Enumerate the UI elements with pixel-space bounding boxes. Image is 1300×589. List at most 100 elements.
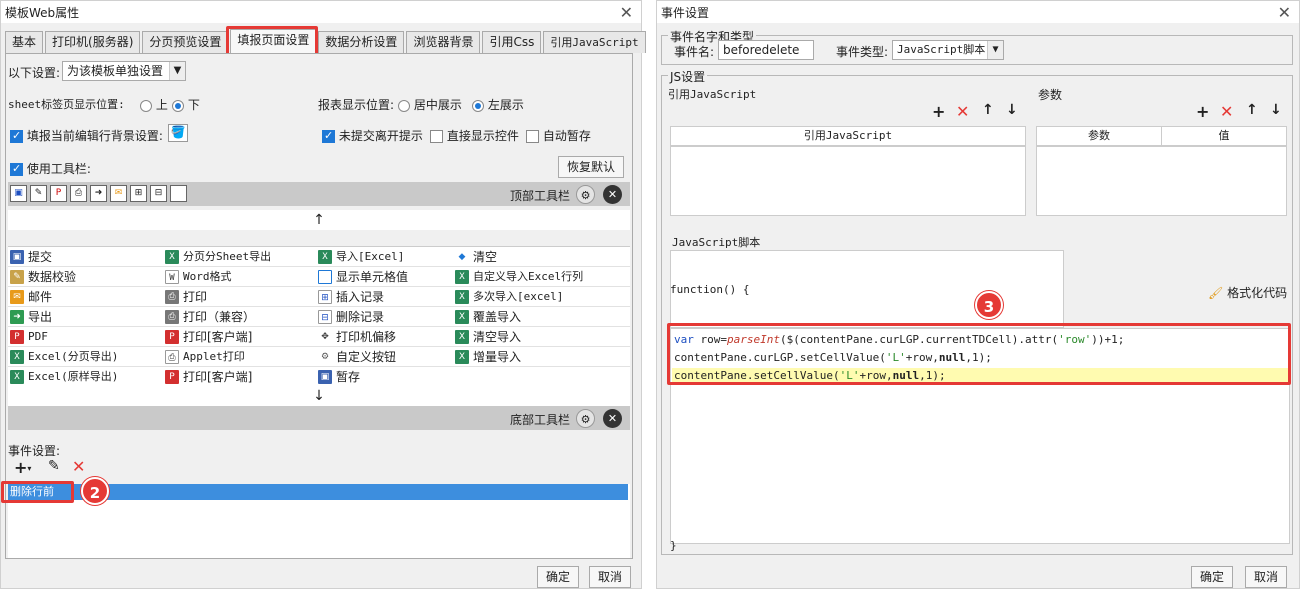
auto-save-checkbox[interactable]: 自动暂存 xyxy=(526,127,591,144)
ok-button[interactable]: 确定 xyxy=(537,566,579,588)
tab-css[interactable]: 引用Css xyxy=(482,31,542,53)
save-icon[interactable]: ▣ xyxy=(10,185,27,202)
bottom-toolbar-label: 底部工具栏 xyxy=(510,413,571,427)
sheet-pos-up[interactable]: 上 xyxy=(140,96,168,113)
button-import-excel[interactable]: X 导入[Excel] xyxy=(316,247,453,267)
button-insert-record[interactable]: ⊞ 插入记录 xyxy=(316,287,453,307)
event-type-select[interactable]: JavaScript脚本 ▼ xyxy=(892,40,1004,60)
ok-button[interactable]: 确定 xyxy=(1191,566,1233,588)
paint-bucket-icon[interactable]: 🪣 xyxy=(168,124,188,142)
event-name-input[interactable]: beforedelete xyxy=(718,40,814,60)
button-incremental-import[interactable]: X 增量导入 xyxy=(453,347,630,367)
button-show-cell-value[interactable]: 显示单元格值 xyxy=(316,267,453,287)
gear-icon[interactable]: ⚙ xyxy=(576,185,595,204)
title-bar: 模板Web属性 ✕ xyxy=(1,1,641,23)
move-up-arrow[interactable]: ↑ xyxy=(8,210,630,230)
event-settings-label: 事件设置: xyxy=(8,444,61,458)
param-list[interactable] xyxy=(1036,146,1287,216)
print-icon[interactable]: ⎙ xyxy=(70,185,87,202)
step-badge-2: 2 xyxy=(81,477,109,505)
move-down-arrow[interactable]: ↓ xyxy=(8,386,630,406)
button-temp-save[interactable]: ▣ 暂存 xyxy=(316,367,453,387)
tab-printer[interactable]: 打印机(服务器) xyxy=(45,31,141,53)
button-excel-page[interactable]: X Excel(分页导出) xyxy=(8,347,163,367)
event-name-label: 事件名: xyxy=(674,45,715,59)
gear-icon[interactable]: ⚙ xyxy=(576,409,595,428)
cancel-button[interactable]: 取消 xyxy=(589,566,631,588)
pdf-icon[interactable]: P xyxy=(50,185,67,202)
tab-browser-bg[interactable]: 浏览器背景 xyxy=(406,31,481,53)
delete-row-icon[interactable]: ⊟ xyxy=(150,185,167,202)
format-code-button[interactable]: 🖌 格式化代码 xyxy=(1208,284,1287,301)
arrow-up-icon[interactable]: ↑ xyxy=(1246,102,1258,118)
button-export[interactable]: ➜ 导出 xyxy=(8,307,163,327)
group-title: JS设置 xyxy=(668,68,708,85)
close-circle-icon[interactable]: ✕ xyxy=(603,185,622,204)
tab-page-preview[interactable]: 分页预览设置 xyxy=(142,31,229,53)
function-open: function() { xyxy=(670,283,750,296)
add-icon[interactable]: +▾ xyxy=(14,458,31,477)
delete-icon[interactable]: ✕ xyxy=(956,102,969,121)
dialog-title: 模板Web属性 xyxy=(5,5,80,20)
button-clear-import[interactable]: X 清空导入 xyxy=(453,327,630,347)
edit-icon[interactable]: ✎ xyxy=(48,458,60,474)
fill-bg-checkbox[interactable]: 填报当前编辑行背景设置: xyxy=(10,127,163,144)
restore-default-button[interactable]: 恢复默认 xyxy=(558,156,624,178)
param-header: 参数 xyxy=(1036,126,1162,146)
report-pos-left[interactable]: 左展示 xyxy=(472,96,524,113)
arrow-up-icon[interactable]: ↑ xyxy=(982,102,994,118)
arrow-down-icon[interactable]: ↓ xyxy=(1006,102,1018,118)
button-delete-record[interactable]: ⊟ 删除记录 xyxy=(316,307,453,327)
button-submit[interactable]: ▣ 提交 xyxy=(8,247,163,267)
tab-javascript[interactable]: 引用JavaScript xyxy=(543,31,646,53)
step-badge-3: 3 xyxy=(975,291,1003,319)
insert-row-icon[interactable]: ⊞ xyxy=(130,185,147,202)
ref-js-list[interactable] xyxy=(670,146,1026,216)
button-excel-original[interactable]: X Excel(原样导出) xyxy=(8,367,163,387)
close-circle-icon[interactable]: ✕ xyxy=(603,409,622,428)
close-icon[interactable]: ✕ xyxy=(620,3,633,22)
button-verify[interactable]: ✎ 数据校验 xyxy=(8,267,163,287)
tab-data-analysis[interactable]: 数据分析设置 xyxy=(318,31,405,53)
bottom-toolbar-bar: 底部工具栏 ⚙ ✕ xyxy=(8,406,630,430)
arrow-down-icon[interactable]: ↓ xyxy=(1270,102,1282,118)
unsubmit-checkbox[interactable]: 未提交离开提示 xyxy=(322,127,423,144)
tab-strip: 基本 打印机(服务器) 分页预览设置 填报页面设置 数据分析设置 浏览器背景 引… xyxy=(5,29,648,53)
button-pdf[interactable]: P PDF xyxy=(8,327,163,347)
button-print-client-2[interactable]: P 打印[客户端] xyxy=(163,367,316,387)
add-icon[interactable]: + xyxy=(932,102,945,121)
mail-icon[interactable]: ✉ xyxy=(110,185,127,202)
button-multi-import[interactable]: X 多次导入[excel] xyxy=(453,287,630,307)
button-custom[interactable]: ⚙ 自定义按钮 xyxy=(316,347,453,367)
verify-icon[interactable]: ✎ xyxy=(30,185,47,202)
delete-icon[interactable]: ✕ xyxy=(1220,102,1233,121)
button-print-compat[interactable]: ⎙ 打印（兼容） xyxy=(163,307,316,327)
button-print-client[interactable]: P 打印[客户端] xyxy=(163,327,316,347)
button-custom-import[interactable]: X 自定义导入Excel行列 xyxy=(453,267,630,287)
button-clear[interactable]: ◆ 清空 xyxy=(453,247,630,267)
close-icon[interactable]: ✕ xyxy=(1278,3,1291,22)
use-toolbar-checkbox[interactable]: 使用工具栏: xyxy=(10,160,91,177)
settings-select[interactable]: 为该模板单独设置 ▼ xyxy=(62,61,186,81)
blank-icon[interactable] xyxy=(170,185,187,202)
button-applet-print[interactable]: ⎙ Applet打印 xyxy=(163,347,316,367)
button-print[interactable]: ⎙ 打印 xyxy=(163,287,316,307)
event-settings-dialog: 事件设置 ✕ 事件名字和类型 事件名: beforedelete 事件类型: J… xyxy=(656,0,1300,589)
top-toolbar-bar: ▣ ✎ P ⎙ ➜ ✉ ⊞ ⊟ 顶部工具栏 ⚙ ✕ xyxy=(8,182,630,206)
button-overwrite-import[interactable]: X 覆盖导入 xyxy=(453,307,630,327)
button-sheet-export[interactable]: X 分页分Sheet导出 xyxy=(163,247,316,267)
button-mail[interactable]: ✉ 邮件 xyxy=(8,287,163,307)
tab-basic[interactable]: 基本 xyxy=(5,31,44,53)
delete-icon[interactable]: ✕ xyxy=(72,457,85,476)
report-pos-center[interactable]: 居中展示 xyxy=(398,96,462,113)
button-printer-offset[interactable]: ✥ 打印机偏移 xyxy=(316,327,453,347)
report-pos-label: 报表显示位置: xyxy=(318,98,395,112)
button-word[interactable]: W Word格式 xyxy=(163,267,316,287)
sheet-pos-down[interactable]: 下 xyxy=(172,96,200,113)
script-label: JavaScript脚本 xyxy=(672,236,761,249)
cancel-button[interactable]: 取消 xyxy=(1245,566,1287,588)
direct-show-checkbox[interactable]: 直接显示控件 xyxy=(430,127,519,144)
add-icon[interactable]: + xyxy=(1196,102,1209,121)
export-icon[interactable]: ➜ xyxy=(90,185,107,202)
brush-icon: 🖌 xyxy=(1208,286,1224,300)
